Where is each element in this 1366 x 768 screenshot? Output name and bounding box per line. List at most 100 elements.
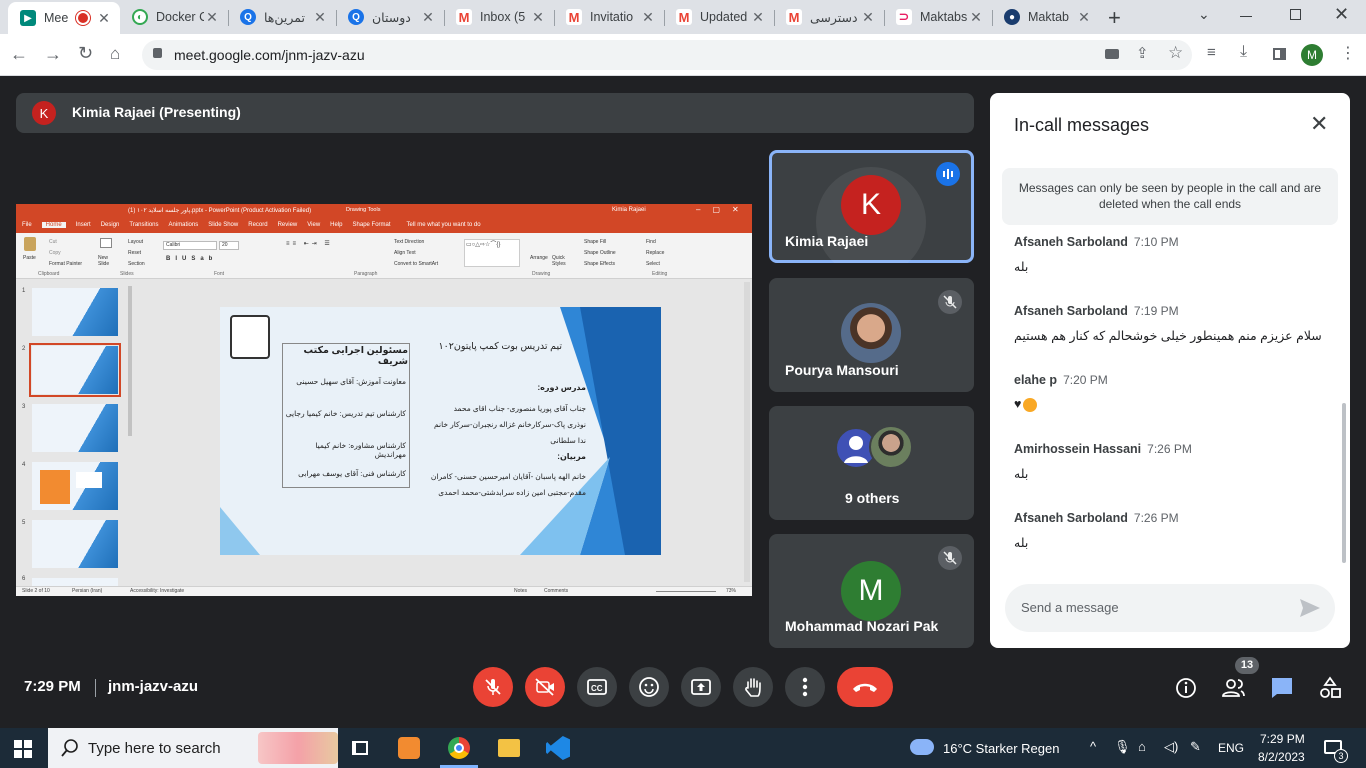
- tab-maktabsharif-1[interactable]: ⊃ Maktabs ✕: [884, 0, 992, 34]
- weather-icon[interactable]: [910, 739, 934, 755]
- tile-pourya-mansouri[interactable]: Pourya Mansouri: [769, 278, 974, 392]
- close-tab-icon[interactable]: ✕: [640, 9, 656, 26]
- chat-scrollbar[interactable]: [1342, 403, 1346, 563]
- camera-blocked-icon[interactable]: [1105, 49, 1119, 59]
- tab-meet[interactable]: ▶ Mee ✕: [8, 2, 120, 34]
- raise-hand-button[interactable]: [733, 667, 773, 707]
- back-button[interactable]: ←: [10, 44, 28, 65]
- ppt-tab[interactable]: Design: [101, 222, 120, 228]
- slide-thumbnail-1[interactable]: [32, 288, 118, 336]
- shape-outline-label[interactable]: Shape Outline: [584, 250, 616, 256]
- section-label[interactable]: Section: [128, 261, 145, 267]
- activities-button[interactable]: [1318, 676, 1342, 700]
- close-tab-icon[interactable]: ✕: [204, 9, 220, 26]
- media-player-taskbar-icon[interactable]: [398, 737, 420, 759]
- zoom-slider[interactable]: [656, 591, 716, 592]
- taskbar-time[interactable]: 7:29 PM: [1260, 732, 1305, 746]
- input-language[interactable]: ENG: [1218, 741, 1244, 755]
- slide-thumbnail-5[interactable]: [32, 520, 118, 568]
- select-label[interactable]: Select: [646, 261, 660, 267]
- ppt-tab[interactable]: Record: [248, 222, 267, 228]
- tray-chevron-icon[interactable]: ^: [1090, 739, 1096, 754]
- slide-thumbnail-4[interactable]: [32, 462, 118, 510]
- close-chat-button[interactable]: ✕: [1310, 111, 1328, 137]
- ppt-tab[interactable]: View: [307, 222, 320, 228]
- share-icon[interactable]: ⇪: [1136, 44, 1149, 62]
- tab-search-chevron-icon[interactable]: ⌄: [1198, 6, 1210, 23]
- url-text[interactable]: meet.google.com/jnm-jazv-azu: [174, 47, 365, 63]
- profile-avatar[interactable]: M: [1301, 44, 1323, 66]
- tile-kimia-rajaei[interactable]: K Kimia Rajaei: [769, 150, 974, 263]
- ppt-tab[interactable]: Help: [330, 222, 342, 228]
- reset-label[interactable]: Reset: [128, 250, 141, 256]
- media-controls-icon[interactable]: ≡: [1207, 44, 1216, 61]
- tab-docker[interactable]: ◐ Docker C ✕: [120, 0, 228, 34]
- restore-window-button[interactable]: [1290, 9, 1301, 20]
- slide-thumbnail-2[interactable]: [29, 343, 121, 397]
- shapes-gallery[interactable]: ▭○△⇨☆⌒{}: [464, 239, 520, 267]
- cut-label[interactable]: Cut: [49, 239, 57, 245]
- arrange-label[interactable]: Arrange: [530, 255, 548, 261]
- ppt-tab[interactable]: Review: [278, 222, 298, 228]
- close-tab-icon[interactable]: ✕: [1076, 9, 1092, 26]
- close-tab-icon[interactable]: ✕: [968, 9, 984, 26]
- tab-updated[interactable]: M Updated ✕: [664, 0, 774, 34]
- slide-thumbnail-3[interactable]: [32, 404, 118, 452]
- tab-access[interactable]: M دسترسی ✕: [774, 0, 884, 34]
- captions-button[interactable]: CC: [577, 667, 617, 707]
- close-tab-icon[interactable]: ✕: [750, 9, 766, 26]
- ppt-tab[interactable]: Shape Format: [353, 222, 391, 228]
- font-name-box[interactable]: Calibri: [163, 241, 217, 250]
- tab-friends[interactable]: Q دوستان ✕: [336, 0, 444, 34]
- replace-label[interactable]: Replace: [646, 250, 664, 256]
- file-explorer-taskbar-icon[interactable]: [498, 739, 520, 757]
- reload-button[interactable]: ↻: [78, 43, 93, 64]
- close-tab-icon[interactable]: ✕: [96, 10, 112, 27]
- status-comments[interactable]: Comments: [544, 588, 568, 594]
- present-now-button[interactable]: [681, 667, 721, 707]
- convert-smartart-label[interactable]: Convert to SmartArt: [394, 261, 438, 267]
- align-text-label[interactable]: Align Text: [394, 250, 416, 256]
- layout-label[interactable]: Layout: [128, 239, 143, 245]
- new-tab-button[interactable]: +: [1108, 5, 1121, 31]
- people-button[interactable]: [1220, 676, 1248, 700]
- forward-button[interactable]: →: [44, 44, 62, 65]
- text-direction-label[interactable]: Text Direction: [394, 239, 424, 245]
- status-accessibility[interactable]: Accessibility: Investigate: [130, 588, 184, 594]
- tab-inbox[interactable]: M Inbox (5 ✕: [444, 0, 554, 34]
- tab-exercises[interactable]: Q تمرین‌ها ✕: [228, 0, 336, 34]
- more-options-button[interactable]: [785, 667, 825, 707]
- close-tab-icon[interactable]: ✕: [530, 9, 546, 26]
- close-tab-icon[interactable]: ✕: [860, 9, 876, 26]
- quick-styles-label[interactable]: Quick Styles: [552, 255, 572, 267]
- send-icon[interactable]: [1299, 598, 1321, 618]
- tab-maktabsharif-2[interactable]: ● Maktab ✕: [992, 0, 1100, 34]
- close-tab-icon[interactable]: ✕: [420, 9, 436, 26]
- shape-effects-label[interactable]: Shape Effects: [584, 261, 615, 267]
- start-button[interactable]: [14, 740, 32, 758]
- toggle-microphone-button[interactable]: [473, 667, 513, 707]
- chat-message-input[interactable]: Send a message: [1005, 584, 1335, 632]
- ppt-tab[interactable]: Insert: [76, 222, 91, 228]
- side-panel-icon[interactable]: [1273, 48, 1286, 60]
- thumbnail-scrollbar[interactable]: [128, 286, 132, 436]
- browser-menu-icon[interactable]: ⋮: [1340, 43, 1356, 63]
- tile-others[interactable]: 9 others: [769, 406, 974, 520]
- reactions-button[interactable]: [629, 667, 669, 707]
- paste-icon[interactable]: [24, 237, 36, 251]
- pen-tray-icon[interactable]: ✎: [1190, 739, 1201, 755]
- taskbar-date[interactable]: 8/2/2023: [1258, 750, 1305, 764]
- status-zoom[interactable]: 73%: [726, 588, 736, 594]
- paragraph-icons[interactable]: ≡≡ ⇤⇥ ☰: [286, 240, 333, 247]
- ppt-tab[interactable]: Animations: [169, 222, 199, 228]
- taskbar-search[interactable]: Type here to search: [48, 728, 338, 768]
- copy-label[interactable]: Copy: [49, 250, 61, 256]
- ppt-tab-home[interactable]: Home: [41, 222, 66, 228]
- chrome-taskbar-icon[interactable]: [448, 737, 470, 759]
- editor-scrollbar[interactable]: [744, 282, 750, 582]
- tile-mohammad-nozari-pak[interactable]: M Mohammad Nozari Pak: [769, 534, 974, 648]
- volume-tray-icon[interactable]: ◁): [1164, 739, 1178, 755]
- ppt-tab[interactable]: Transitions: [129, 222, 158, 228]
- lock-icon[interactable]: [153, 48, 162, 58]
- minimize-window-button[interactable]: [1240, 16, 1252, 17]
